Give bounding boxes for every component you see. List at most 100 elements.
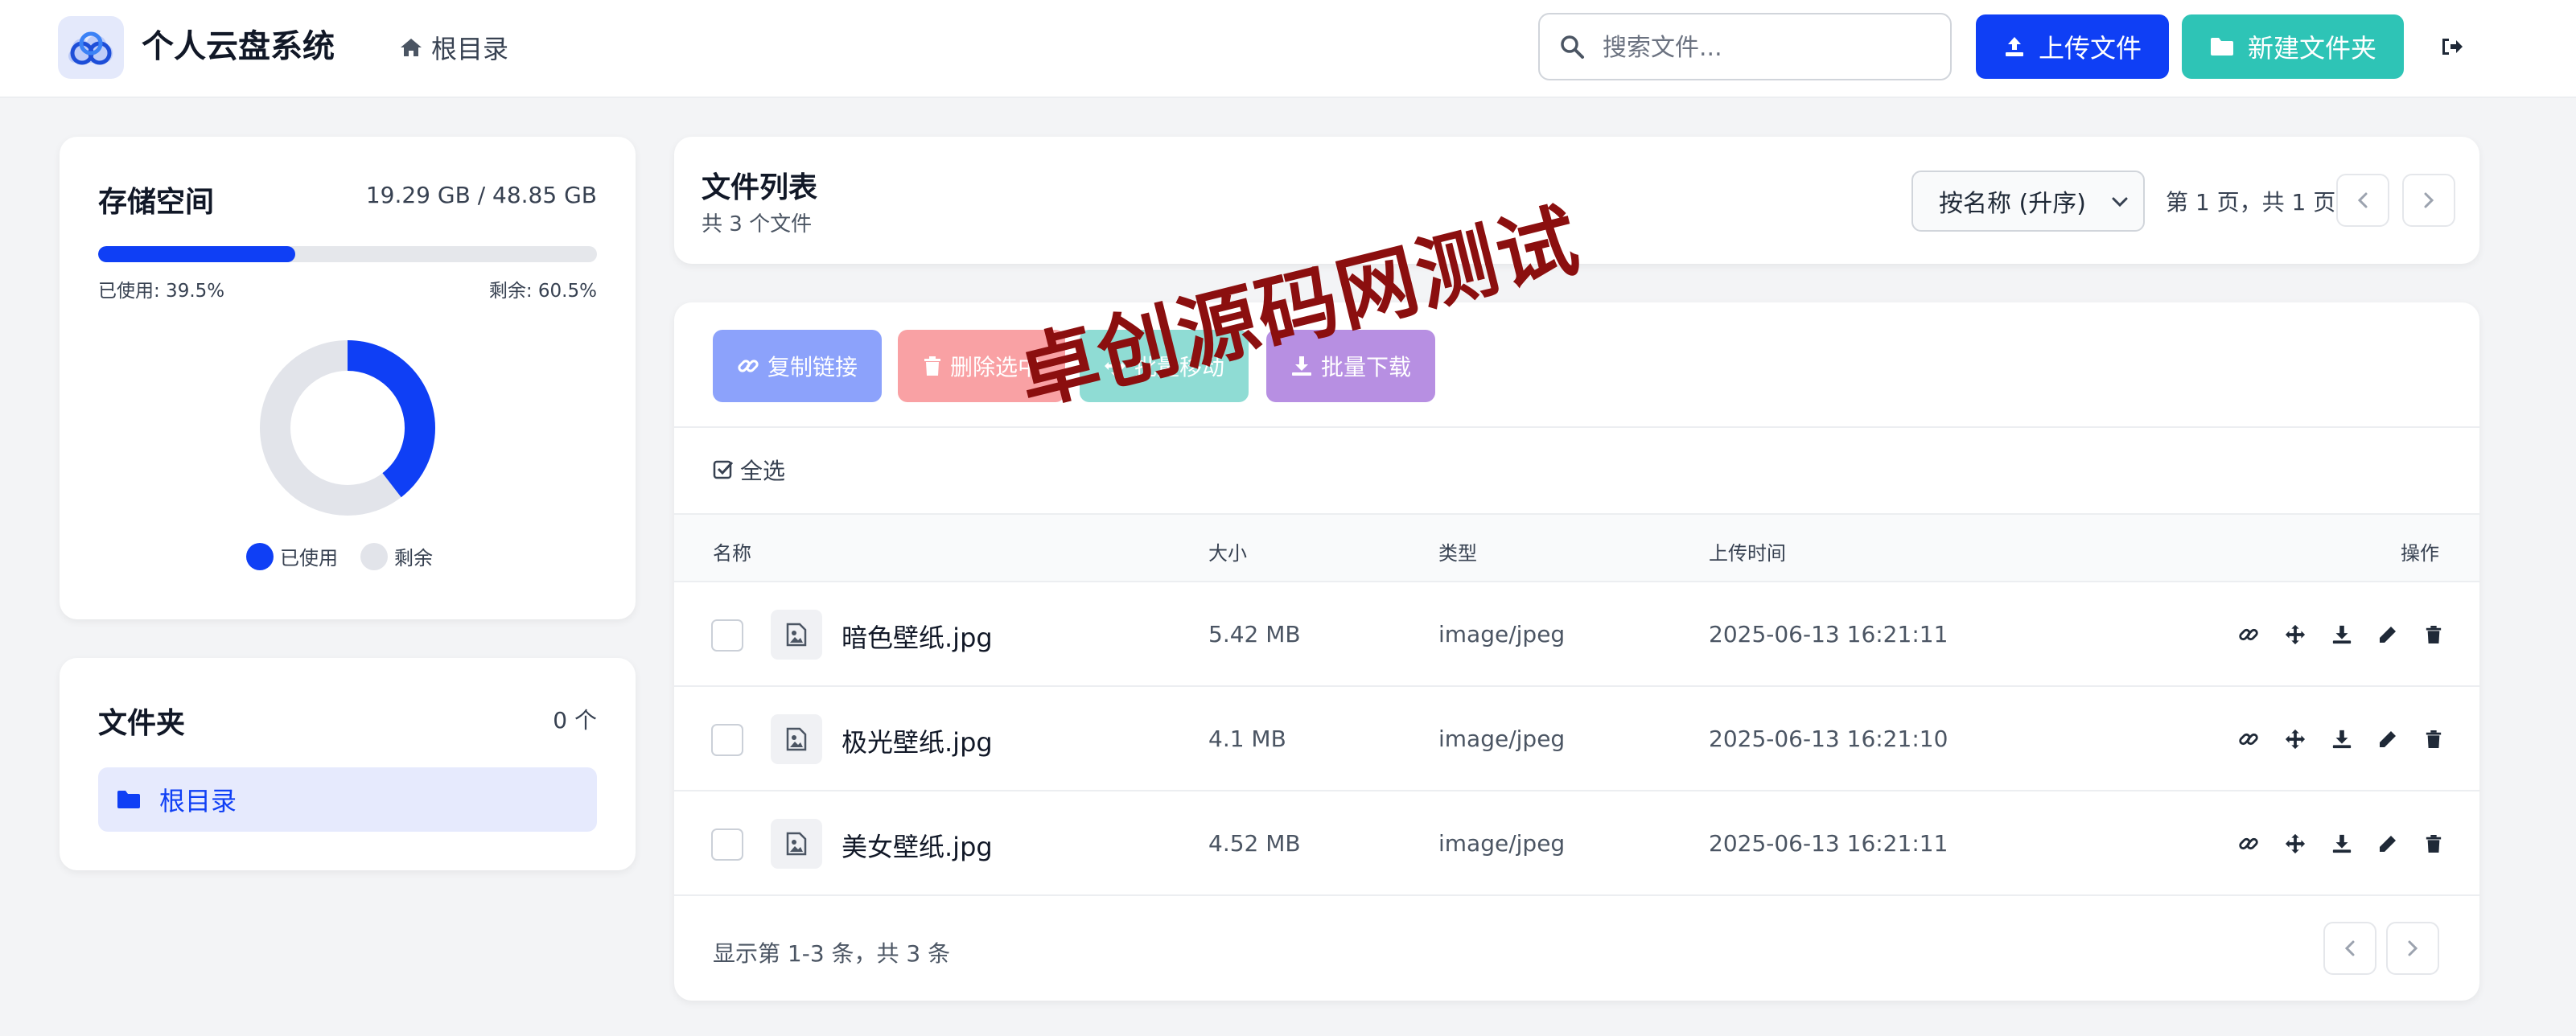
check-square-icon	[713, 460, 734, 479]
storage-amount: 19.29 GB / 48.85 GB	[365, 182, 597, 208]
page-info: 第 1 页，共 1 页	[2166, 189, 2336, 216]
folder-item-root[interactable]: 根目录	[98, 767, 597, 832]
col-type: 类型	[1438, 542, 1477, 565]
row-actions	[2238, 621, 2471, 648]
copy-link-button[interactable]: 复制链接	[713, 330, 882, 402]
row-trash-button[interactable]	[2425, 830, 2471, 857]
row-move-button[interactable]	[2285, 726, 2331, 753]
file-upload-time: 2025-06-13 16:21:11	[1709, 621, 1948, 648]
row-checkbox[interactable]	[711, 724, 743, 756]
trash-icon	[2425, 726, 2471, 753]
table-summary: 显示第 1-3 条，共 3 条	[713, 940, 951, 967]
col-uploaded: 上传时间	[1709, 542, 1786, 565]
row-edit-button[interactable]	[2378, 726, 2425, 753]
row-link-button[interactable]	[2238, 830, 2285, 857]
top-header: 个人云盘系统 根目录 上传文件 新建文件夹	[0, 0, 2576, 98]
breadcrumb-root[interactable]: 根目录	[399, 29, 508, 66]
row-move-button[interactable]	[2285, 830, 2331, 857]
file-upload-time: 2025-06-13 16:21:10	[1709, 726, 1948, 752]
app-title: 个人云盘系统	[142, 28, 335, 65]
folder-item-label: 根目录	[159, 786, 237, 816]
chevron-right-icon	[2424, 192, 2434, 208]
search-box	[1538, 13, 1952, 80]
legend-used-swatch	[246, 542, 274, 570]
row-trash-button[interactable]	[2425, 621, 2471, 648]
table-row: 美女壁纸.jpg 4.52 MB image/jpeg 2025-06-13 16:2…	[674, 790, 2479, 894]
download-icon	[2331, 726, 2378, 753]
col-ops: 操作	[2401, 542, 2439, 565]
storage-usage-fill	[98, 246, 295, 262]
legend-used: 已使用	[246, 542, 338, 570]
new-folder-button-label: 新建文件夹	[2247, 33, 2376, 64]
chevron-down-icon	[2112, 197, 2128, 208]
row-trash-button[interactable]	[2425, 726, 2471, 753]
move-icon	[2285, 726, 2331, 753]
file-size: 4.52 MB	[1208, 830, 1301, 857]
trash-icon	[2425, 830, 2471, 857]
file-type: image/jpeg	[1438, 726, 1566, 752]
image-file-icon	[771, 714, 822, 764]
row-move-button[interactable]	[2285, 621, 2331, 648]
col-size: 大小	[1208, 542, 1247, 565]
col-name: 名称	[713, 542, 751, 565]
row-edit-button[interactable]	[2378, 621, 2425, 648]
storage-used-text: 已使用: 39.5%	[98, 281, 225, 302]
link-icon	[2238, 621, 2285, 648]
row-download-button[interactable]	[2331, 621, 2378, 648]
row-checkbox[interactable]	[711, 619, 743, 652]
file-size: 5.42 MB	[1208, 621, 1301, 648]
row-link-button[interactable]	[2238, 621, 2285, 648]
download-icon	[2331, 621, 2378, 648]
select-all-label: 全选	[740, 458, 786, 484]
file-upload-time: 2025-06-13 16:21:11	[1709, 830, 1948, 857]
folder-title: 文件夹	[98, 707, 186, 740]
row-checkbox[interactable]	[711, 828, 743, 861]
link-icon	[738, 360, 759, 372]
file-list-subtitle: 共 3 个文件	[702, 212, 813, 236]
storage-usage-bar	[98, 246, 597, 262]
select-all-toggle[interactable]: 全选	[713, 454, 785, 486]
row-download-button[interactable]	[2331, 726, 2378, 753]
file-name[interactable]: 暗色壁纸.jpg	[842, 618, 993, 655]
move-icon	[2285, 830, 2331, 857]
edit-icon	[2378, 830, 2425, 857]
folder-icon	[2210, 38, 2233, 56]
file-name[interactable]: 极光壁纸.jpg	[842, 722, 993, 759]
image-file-icon	[771, 610, 822, 660]
table-row: 极光壁纸.jpg 4.1 MB image/jpeg 2025-06-13 16:21…	[674, 685, 2479, 790]
file-table-card: 复制链接 删除选中 批量移动 批量下载 全选 名称 大小 类型 上传时间 操作 …	[674, 302, 2479, 1001]
sort-select[interactable]: 按名称 (升序)	[1911, 171, 2145, 232]
next-page-button-bottom[interactable]	[2386, 922, 2439, 975]
folder-icon	[117, 791, 140, 808]
search-input[interactable]	[1603, 26, 1932, 69]
donut-legend: 已使用 剩余	[246, 542, 455, 570]
legend-free-swatch	[360, 542, 388, 570]
file-size: 4.1 MB	[1208, 726, 1286, 752]
prev-page-button-bottom[interactable]	[2323, 922, 2376, 975]
link-icon	[2238, 830, 2285, 857]
file-type: image/jpeg	[1438, 621, 1566, 648]
trash-icon	[2425, 621, 2471, 648]
legend-used-label: 已使用	[280, 547, 338, 569]
row-link-button[interactable]	[2238, 726, 2285, 753]
logout-icon	[2442, 39, 2463, 55]
prev-page-button-top[interactable]	[2336, 174, 2389, 227]
row-edit-button[interactable]	[2378, 830, 2425, 857]
chevron-right-icon	[2408, 940, 2418, 956]
storage-donut-chart	[260, 340, 435, 516]
new-folder-button[interactable]: 新建文件夹	[2182, 14, 2404, 79]
edit-icon	[2378, 621, 2425, 648]
batch-action-bar: 复制链接 删除选中 批量移动 批量下载	[674, 302, 2479, 428]
file-name[interactable]: 美女壁纸.jpg	[842, 827, 993, 864]
batch-download-label: 批量下载	[1320, 354, 1411, 380]
chevron-left-icon	[2344, 940, 2355, 956]
next-page-button-top[interactable]	[2402, 174, 2455, 227]
logout-button[interactable]	[2439, 34, 2465, 60]
app-logo[interactable]	[58, 16, 124, 79]
row-download-button[interactable]	[2331, 830, 2378, 857]
row-actions	[2238, 726, 2471, 753]
download-icon	[2331, 830, 2378, 857]
upload-button[interactable]: 上传文件	[1976, 14, 2169, 79]
cloud-icon	[68, 31, 113, 65]
link-icon	[2238, 726, 2285, 753]
